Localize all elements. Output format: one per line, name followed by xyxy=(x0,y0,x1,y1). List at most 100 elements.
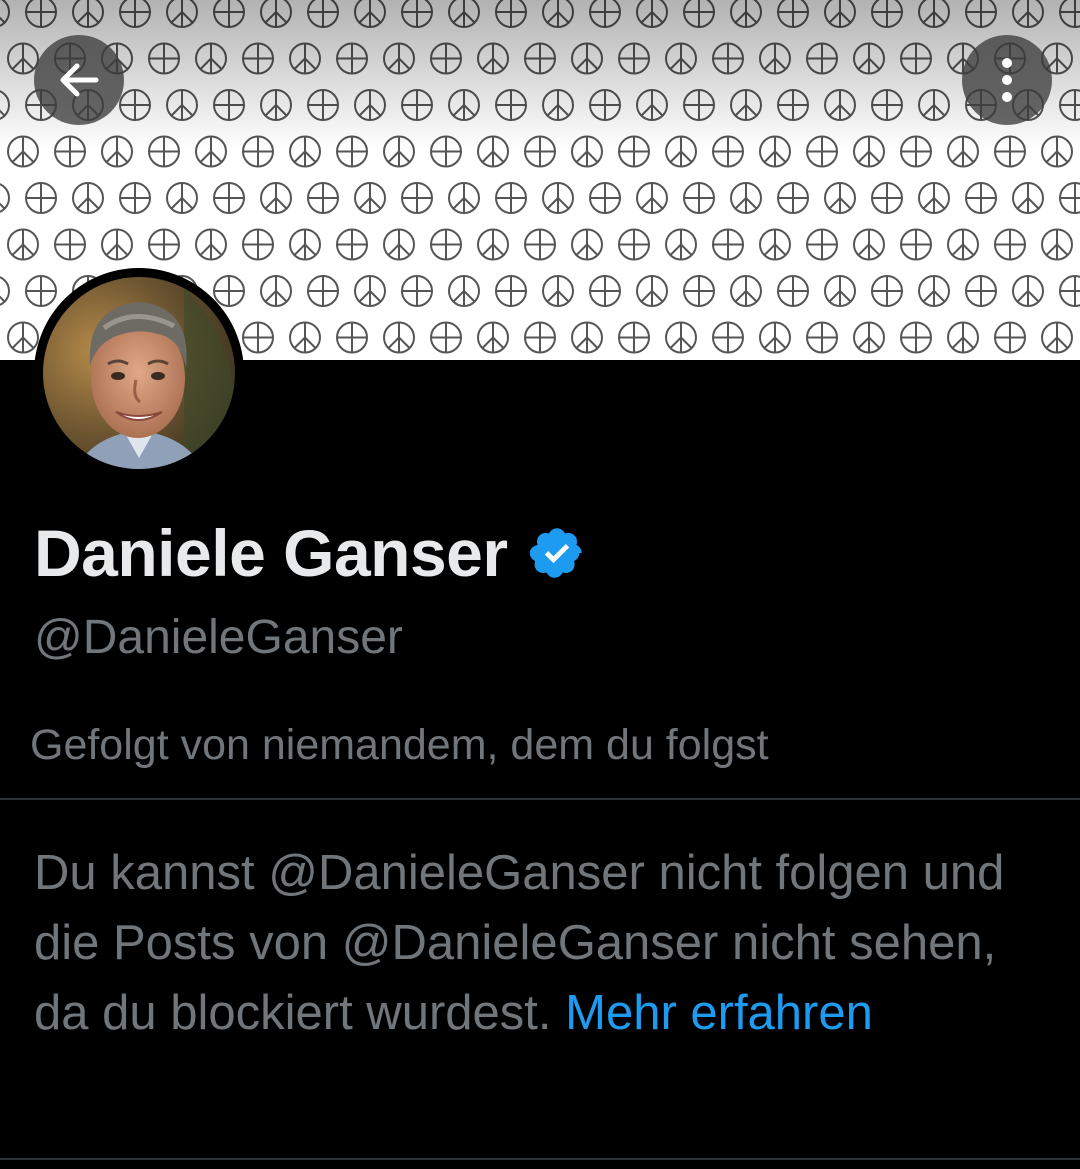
back-button[interactable] xyxy=(34,35,124,125)
peace-sign-icon xyxy=(477,228,509,261)
peace-sign-icon xyxy=(636,182,668,214)
circle-plus-icon xyxy=(871,275,903,307)
peace-sign-icon xyxy=(665,42,697,75)
peace-sign-icon xyxy=(824,89,856,121)
circle-plus-icon xyxy=(589,182,621,214)
circle-plus-icon xyxy=(589,0,621,28)
circle-plus-icon xyxy=(806,135,838,168)
circle-plus-icon xyxy=(430,135,462,168)
verified-badge-icon[interactable] xyxy=(528,524,586,582)
circle-plus-icon xyxy=(242,42,274,75)
peace-sign-icon xyxy=(7,135,39,168)
circle-plus-icon xyxy=(242,135,274,168)
peace-sign-icon xyxy=(166,89,198,121)
circle-plus-icon xyxy=(806,321,838,354)
peace-sign-icon xyxy=(918,0,950,28)
circle-plus-icon xyxy=(336,228,368,261)
peace-sign-icon xyxy=(542,275,574,307)
circle-plus-icon xyxy=(401,182,433,214)
peace-sign-icon xyxy=(477,321,509,354)
peace-sign-icon xyxy=(824,0,856,28)
circle-plus-icon xyxy=(495,89,527,121)
circle-plus-icon xyxy=(965,0,997,28)
peace-sign-icon xyxy=(354,0,386,28)
peace-sign-icon xyxy=(477,42,509,75)
peace-sign-icon xyxy=(289,321,321,354)
followed-by-text[interactable]: Gefolgt von niemandem, dem du folgst xyxy=(30,716,769,774)
peace-sign-icon xyxy=(730,0,762,28)
circle-plus-icon xyxy=(495,0,527,28)
circle-plus-icon xyxy=(777,275,809,307)
circle-plus-icon xyxy=(777,0,809,28)
circle-plus-icon xyxy=(683,0,715,28)
peace-sign-icon xyxy=(853,135,885,168)
peace-sign-icon xyxy=(947,228,979,261)
circle-plus-icon xyxy=(900,135,932,168)
circle-plus-icon xyxy=(712,135,744,168)
circle-plus-icon xyxy=(1059,0,1080,28)
peace-sign-icon xyxy=(665,135,697,168)
peace-sign-icon xyxy=(947,135,979,168)
learn-more-link[interactable]: Mehr erfahren xyxy=(565,986,873,1040)
circle-plus-icon xyxy=(683,182,715,214)
profile-avatar[interactable] xyxy=(34,268,244,478)
circle-plus-icon xyxy=(119,0,151,28)
circle-plus-icon xyxy=(777,182,809,214)
circle-plus-icon xyxy=(148,42,180,75)
peace-sign-icon xyxy=(354,182,386,214)
peace-sign-icon xyxy=(195,228,227,261)
peace-sign-icon xyxy=(448,275,480,307)
peace-sign-icon xyxy=(0,90,10,120)
peace-sign-icon xyxy=(1012,182,1044,214)
peace-sign-icon xyxy=(947,321,979,354)
peace-sign-icon xyxy=(72,182,104,214)
circle-plus-icon xyxy=(871,0,903,28)
peace-sign-icon xyxy=(354,89,386,121)
circle-plus-icon xyxy=(524,135,556,168)
peace-sign-icon xyxy=(448,182,480,214)
circle-plus-icon xyxy=(25,275,57,307)
circle-plus-icon xyxy=(242,228,274,261)
profile-handle: @DanieleGanser xyxy=(34,611,403,664)
circle-plus-icon xyxy=(994,228,1026,261)
circle-plus-icon xyxy=(1059,182,1080,214)
circle-plus-icon xyxy=(307,182,339,214)
circle-plus-icon xyxy=(148,228,180,261)
peace-sign-icon xyxy=(636,0,668,28)
avatar-photo xyxy=(35,269,243,477)
peace-sign-icon xyxy=(101,228,133,261)
circle-plus-icon xyxy=(148,135,180,168)
peace-sign-icon xyxy=(571,321,603,354)
peace-sign-icon xyxy=(853,321,885,354)
peace-sign-icon xyxy=(853,228,885,261)
circle-plus-icon xyxy=(712,321,744,354)
circle-plus-icon xyxy=(712,42,744,75)
peace-sign-icon xyxy=(665,321,697,354)
peace-sign-icon xyxy=(571,42,603,75)
more-options-button[interactable] xyxy=(962,35,1052,125)
peace-sign-icon xyxy=(383,42,415,75)
peace-sign-icon xyxy=(7,321,39,354)
circle-plus-icon xyxy=(401,0,433,28)
peace-sign-icon xyxy=(918,275,950,307)
circle-plus-icon xyxy=(524,228,556,261)
peace-sign-icon xyxy=(260,182,292,214)
circle-plus-icon xyxy=(336,42,368,75)
circle-plus-icon xyxy=(25,0,57,28)
peace-sign-icon xyxy=(636,89,668,121)
peace-sign-icon xyxy=(0,276,10,306)
peace-sign-icon xyxy=(195,135,227,168)
peace-sign-icon xyxy=(383,321,415,354)
peace-sign-icon xyxy=(665,228,697,261)
peace-sign-icon xyxy=(730,182,762,214)
peace-sign-icon xyxy=(636,275,668,307)
circle-plus-icon xyxy=(618,321,650,354)
peace-sign-icon xyxy=(0,183,10,213)
peace-sign-icon xyxy=(759,42,791,75)
peace-sign-icon xyxy=(1012,275,1044,307)
section-divider-bottom xyxy=(0,1158,1080,1160)
peace-sign-icon xyxy=(166,182,198,214)
peace-sign-icon xyxy=(730,89,762,121)
peace-sign-icon xyxy=(1041,135,1073,168)
peace-sign-icon xyxy=(542,182,574,214)
